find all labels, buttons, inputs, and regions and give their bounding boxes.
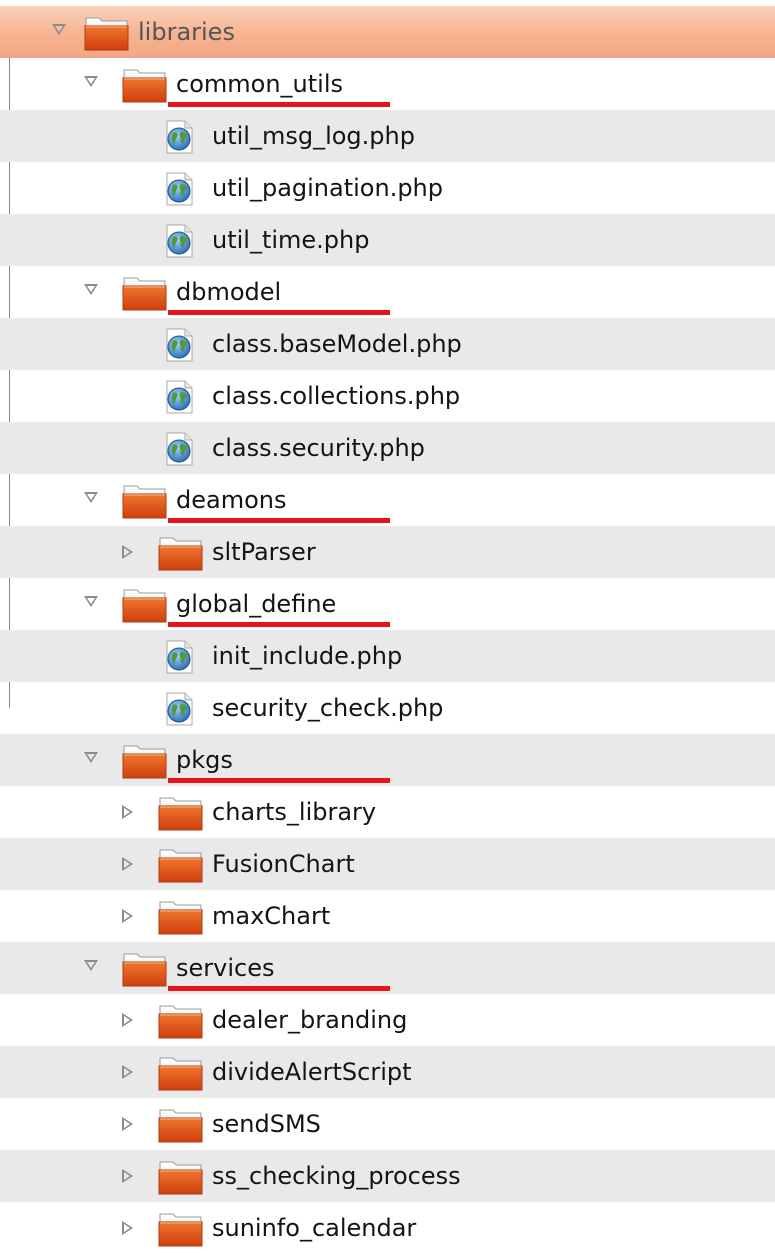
collapsed-arrow-icon[interactable]: [122, 1013, 133, 1027]
tree-file-row[interactable]: class.collections.php: [0, 370, 775, 422]
folder-icon: [158, 846, 204, 884]
tree-item-label-util-pagination-php: util_pagination.php: [212, 174, 443, 202]
folder-icon: [158, 1002, 204, 1040]
php-globe-icon: [164, 328, 194, 362]
folder-icon: [158, 1054, 204, 1092]
red-underline-annotation: [168, 518, 390, 523]
php-globe-icon: [164, 380, 194, 414]
expanded-arrow-icon[interactable]: [84, 596, 98, 607]
folder-icon: [122, 482, 168, 520]
folder-icon: [122, 742, 168, 780]
tree-folder-row[interactable]: services: [0, 942, 775, 994]
collapsed-arrow-icon[interactable]: [122, 1065, 133, 1079]
tree-folder-row[interactable]: charts_library: [0, 786, 775, 838]
tree-item-label-common-utils: common_utils: [176, 70, 343, 98]
file-tree: libraries common_utils util_msg_log.phputi…: [0, 6, 775, 1254]
expanded-arrow-icon[interactable]: [84, 492, 98, 503]
folder-icon: [158, 794, 204, 832]
tree-item-label-maxchart: maxChart: [212, 902, 331, 930]
tree-folder-row[interactable]: FusionChart: [0, 838, 775, 890]
folder-icon: [122, 950, 168, 988]
tree-item-label-dividealertscript: divideAlertScript: [212, 1058, 412, 1086]
folder-icon: [158, 898, 204, 936]
red-underline-annotation: [168, 622, 390, 627]
php-globe-icon: [164, 640, 194, 674]
tree-folder-row[interactable]: divideAlertScript: [0, 1046, 775, 1098]
tree-item-label-services: services: [176, 954, 275, 982]
tree-folder-row[interactable]: sendSMS: [0, 1098, 775, 1150]
expanded-arrow-icon[interactable]: [84, 76, 98, 87]
tree-folder-row[interactable]: suninfo_calendar: [0, 1202, 775, 1254]
collapsed-arrow-icon[interactable]: [122, 909, 133, 923]
folder-icon: [158, 1106, 204, 1144]
tree-file-row[interactable]: security_check.php: [0, 682, 775, 734]
collapsed-arrow-icon[interactable]: [122, 1169, 133, 1183]
expanded-arrow-icon[interactable]: [52, 24, 66, 35]
folder-icon: [158, 1158, 204, 1196]
php-globe-icon: [164, 432, 194, 466]
red-underline-annotation: [168, 102, 390, 107]
tree-item-label-global-define: global_define: [176, 590, 337, 618]
php-globe-icon: [164, 692, 194, 726]
collapsed-arrow-icon[interactable]: [122, 805, 133, 819]
tree-file-row[interactable]: util_time.php: [0, 214, 775, 266]
tree-folder-row[interactable]: deamons: [0, 474, 775, 526]
tree-file-row[interactable]: util_msg_log.php: [0, 110, 775, 162]
php-globe-icon: [164, 172, 194, 206]
tree-file-row[interactable]: class.security.php: [0, 422, 775, 474]
folder-icon: [122, 274, 168, 312]
folder-icon: [122, 586, 168, 624]
tree-folder-row[interactable]: global_define: [0, 578, 775, 630]
tree-item-label-sltparser: sltParser: [212, 538, 316, 566]
tree-folder-row[interactable]: pkgs: [0, 734, 775, 786]
collapsed-arrow-icon[interactable]: [122, 857, 133, 871]
tree-folder-row[interactable]: sltParser: [0, 526, 775, 578]
collapsed-arrow-icon[interactable]: [122, 1117, 133, 1131]
tree-file-row[interactable]: class.baseModel.php: [0, 318, 775, 370]
tree-folder-row[interactable]: common_utils: [0, 58, 775, 110]
folder-icon: [122, 66, 168, 104]
collapsed-arrow-icon[interactable]: [122, 545, 133, 559]
tree-item-label-security-check-php: security_check.php: [212, 694, 444, 722]
tree-item-label-libraries: libraries: [138, 18, 235, 46]
tree-item-label-class-collections-php: class.collections.php: [212, 382, 461, 410]
tree-item-label-ss-checking-process: ss_checking_process: [212, 1162, 461, 1190]
tree-item-label-pkgs: pkgs: [176, 746, 233, 774]
collapsed-arrow-icon[interactable]: [122, 1221, 133, 1235]
tree-item-label-sendsms: sendSMS: [212, 1110, 321, 1138]
red-underline-annotation: [168, 986, 390, 991]
php-globe-icon: [164, 224, 194, 258]
tree-folder-row[interactable]: dbmodel: [0, 266, 775, 318]
red-underline-annotation: [168, 778, 390, 783]
tree-file-row[interactable]: init_include.php: [0, 630, 775, 682]
folder-icon: [158, 534, 204, 572]
tree-folder-row[interactable]: maxChart: [0, 890, 775, 942]
red-underline-annotation: [168, 310, 390, 315]
tree-item-label-fusionchart: FusionChart: [212, 850, 355, 878]
tree-item-label-util-msg-log-php: util_msg_log.php: [212, 122, 415, 150]
tree-item-label-dealer-branding: dealer_branding: [212, 1006, 408, 1034]
tree-item-label-class-basemodel-php: class.baseModel.php: [212, 330, 462, 358]
tree-folder-row[interactable]: dealer_branding: [0, 994, 775, 1046]
tree-item-label-dbmodel: dbmodel: [176, 278, 282, 306]
tree-item-label-class-security-php: class.security.php: [212, 434, 425, 462]
folder-icon: [84, 14, 130, 52]
expanded-arrow-icon[interactable]: [84, 284, 98, 295]
tree-item-label-suninfo-calendar: suninfo_calendar: [212, 1214, 417, 1242]
tree-item-label-deamons: deamons: [176, 486, 287, 514]
tree-item-label-util-time-php: util_time.php: [212, 226, 370, 254]
tree-file-row[interactable]: util_pagination.php: [0, 162, 775, 214]
tree-item-label-init-include-php: init_include.php: [212, 642, 403, 670]
expanded-arrow-icon[interactable]: [84, 752, 98, 763]
expanded-arrow-icon[interactable]: [84, 960, 98, 971]
tree-folder-row[interactable]: libraries: [0, 6, 775, 58]
tree-folder-row[interactable]: ss_checking_process: [0, 1150, 775, 1202]
php-globe-icon: [164, 120, 194, 154]
folder-icon: [158, 1210, 204, 1248]
tree-item-label-charts-library: charts_library: [212, 798, 377, 826]
